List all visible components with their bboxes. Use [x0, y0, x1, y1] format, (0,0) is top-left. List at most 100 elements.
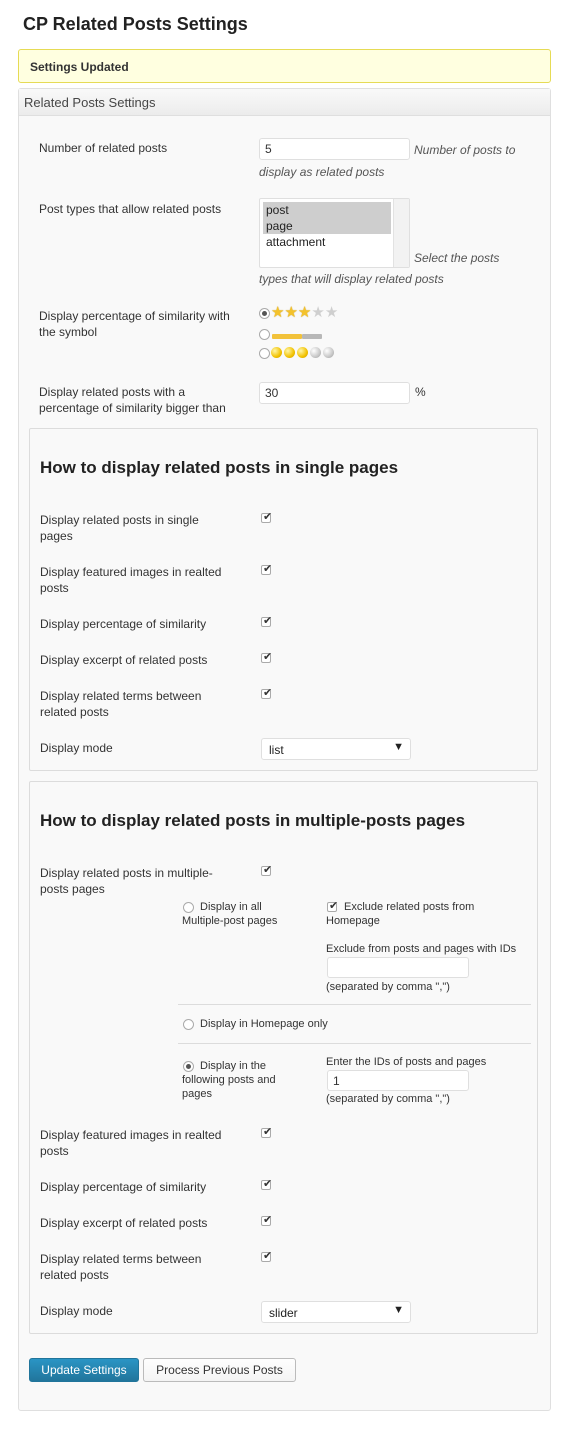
coin-icon — [284, 347, 295, 358]
following-label-1: Display in the — [200, 1060, 267, 1072]
num-posts-input[interactable] — [259, 138, 410, 160]
single-terms-checkbox[interactable]: ✔ — [261, 687, 273, 699]
single-featured-label-2: posts — [40, 581, 69, 595]
postbox-header: Related Posts Settings — [19, 89, 550, 116]
check-icon: ✔ — [263, 1126, 273, 1138]
coin-icon — [271, 347, 282, 358]
percent-unit: % — [415, 385, 426, 399]
check-icon: ✔ — [263, 511, 273, 523]
check-icon: ✔ — [329, 900, 339, 912]
multiple-percentage-checkbox[interactable]: ✔ — [261, 1178, 273, 1190]
single-featured-checkbox[interactable]: ✔ — [261, 563, 273, 575]
multiple-terms-label-2: related posts — [40, 1268, 109, 1282]
single-mode-label: Display mode — [40, 741, 113, 755]
symbol-radio-coins[interactable] — [259, 348, 270, 359]
num-posts-label: Number of related posts — [39, 141, 168, 155]
post-type-option-page[interactable]: page — [263, 218, 391, 234]
num-posts-desc-1: Number of posts to — [414, 143, 516, 157]
check-icon: ✔ — [263, 615, 273, 627]
num-posts-desc-2: display as related posts — [259, 165, 385, 179]
post-type-option-attachment[interactable]: attachment — [263, 234, 391, 250]
single-display-label-1: Display related posts in single — [40, 513, 199, 527]
multiple-display-label-1: Display related posts in multiple- — [40, 866, 213, 880]
check-icon: ✔ — [263, 563, 273, 575]
single-display-label-2: pages — [40, 529, 73, 543]
all-pages-label-2: Multiple-post pages — [182, 915, 278, 927]
exclude-ids-input[interactable] — [327, 957, 469, 978]
radio-homepage-only[interactable] — [183, 1019, 194, 1030]
divider — [178, 1004, 531, 1005]
single-featured-label-1: Display featured images in realted — [40, 565, 222, 579]
post-types-label: Post types that allow related posts — [39, 202, 222, 216]
post-type-option-post[interactable]: post — [263, 202, 391, 218]
multiple-mode-value: slider — [269, 1306, 298, 1320]
stars-rating-icon: ★★★★★ — [271, 305, 338, 320]
check-icon: ✔ — [263, 1214, 273, 1226]
exclude-homepage-checkbox[interactable]: ✔ — [327, 900, 339, 912]
coin-icon — [297, 347, 308, 358]
single-display-checkbox[interactable]: ✔ — [261, 511, 273, 523]
process-previous-posts-button[interactable]: Process Previous Posts — [143, 1358, 296, 1382]
check-icon: ✔ — [263, 651, 273, 663]
post-types-listbox[interactable]: post page attachment — [259, 198, 410, 268]
chevron-down-icon: ▼ — [393, 741, 404, 753]
coin-icon — [310, 347, 321, 358]
single-mode-value: list — [269, 743, 284, 757]
following-label-3: pages — [182, 1088, 212, 1100]
exclude-ids-label: Exclude from posts and pages with IDs — [326, 943, 517, 955]
single-mode-select[interactable]: list ▼ — [261, 738, 411, 760]
star-icon: ★ — [271, 304, 285, 321]
single-excerpt-label: Display excerpt of related posts — [40, 653, 208, 667]
multiple-display-checkbox[interactable]: ✔ — [261, 864, 273, 876]
star-icon: ★ — [311, 304, 325, 321]
all-pages-label-1: Display in all — [200, 901, 262, 913]
check-icon: ✔ — [263, 1178, 273, 1190]
multiple-section-title: How to display related posts in multiple… — [40, 811, 466, 830]
single-percentage-checkbox[interactable]: ✔ — [261, 615, 273, 627]
chevron-down-icon: ▼ — [393, 1304, 404, 1316]
check-icon: ✔ — [263, 687, 273, 699]
homepage-only-label: Display in Homepage only — [200, 1018, 328, 1030]
multiple-mode-select[interactable]: slider ▼ — [261, 1301, 411, 1323]
progress-bar-empty-icon — [302, 334, 322, 339]
page-title: CP Related Posts Settings — [23, 14, 248, 34]
single-percentage-label: Display percentage of similarity — [40, 617, 207, 631]
enter-ids-input[interactable] — [327, 1070, 469, 1091]
post-types-desc-1: Select the posts — [414, 251, 500, 265]
multiple-excerpt-label: Display excerpt of related posts — [40, 1216, 208, 1230]
check-icon: ✔ — [263, 864, 273, 876]
divider — [178, 1043, 531, 1044]
exclude-homepage-label-1: Exclude related posts from — [344, 901, 475, 913]
notice-text: Settings Updated — [30, 60, 129, 74]
single-terms-label-1: Display related terms between — [40, 689, 202, 703]
symbol-radio-stars[interactable] — [259, 308, 270, 319]
post-types-desc-2: types that will display related posts — [259, 272, 444, 286]
star-icon: ★ — [324, 304, 339, 321]
exclude-ids-note: (separated by comma ",") — [326, 981, 450, 993]
listbox-scrollbar[interactable] — [393, 199, 409, 267]
exclude-homepage-label-2: Homepage — [326, 915, 380, 927]
single-section-title: How to display related posts in single p… — [40, 458, 399, 477]
multiple-featured-checkbox[interactable]: ✔ — [261, 1126, 273, 1138]
multiple-terms-checkbox[interactable]: ✔ — [261, 1250, 273, 1262]
similarity-symbol-label-1: Display percentage of similarity with — [39, 309, 230, 323]
multiple-percentage-label: Display percentage of similarity — [40, 1180, 207, 1194]
postbox-title: Related Posts Settings — [24, 95, 156, 110]
multiple-terms-label-1: Display related terms between — [40, 1252, 202, 1266]
star-icon: ★ — [284, 304, 298, 321]
radio-following-pages[interactable] — [183, 1061, 194, 1072]
radio-all-multiple-pages[interactable] — [183, 902, 194, 913]
coin-icon — [323, 347, 334, 358]
similarity-symbol-label-2: the symbol — [39, 325, 98, 339]
symbol-radio-bar[interactable] — [259, 329, 270, 340]
similarity-threshold-input[interactable] — [259, 382, 410, 404]
settings-updated-notice: Settings Updated — [18, 49, 551, 83]
enter-ids-note: (separated by comma ",") — [326, 1093, 450, 1105]
star-icon: ★ — [297, 304, 312, 321]
similarity-threshold-label-1: Display related posts with a — [39, 385, 186, 399]
single-excerpt-checkbox[interactable]: ✔ — [261, 651, 273, 663]
multiple-excerpt-checkbox[interactable]: ✔ — [261, 1214, 273, 1226]
update-settings-button[interactable]: Update Settings — [29, 1358, 139, 1382]
progress-bar-icon — [272, 334, 302, 339]
check-icon: ✔ — [263, 1250, 273, 1262]
